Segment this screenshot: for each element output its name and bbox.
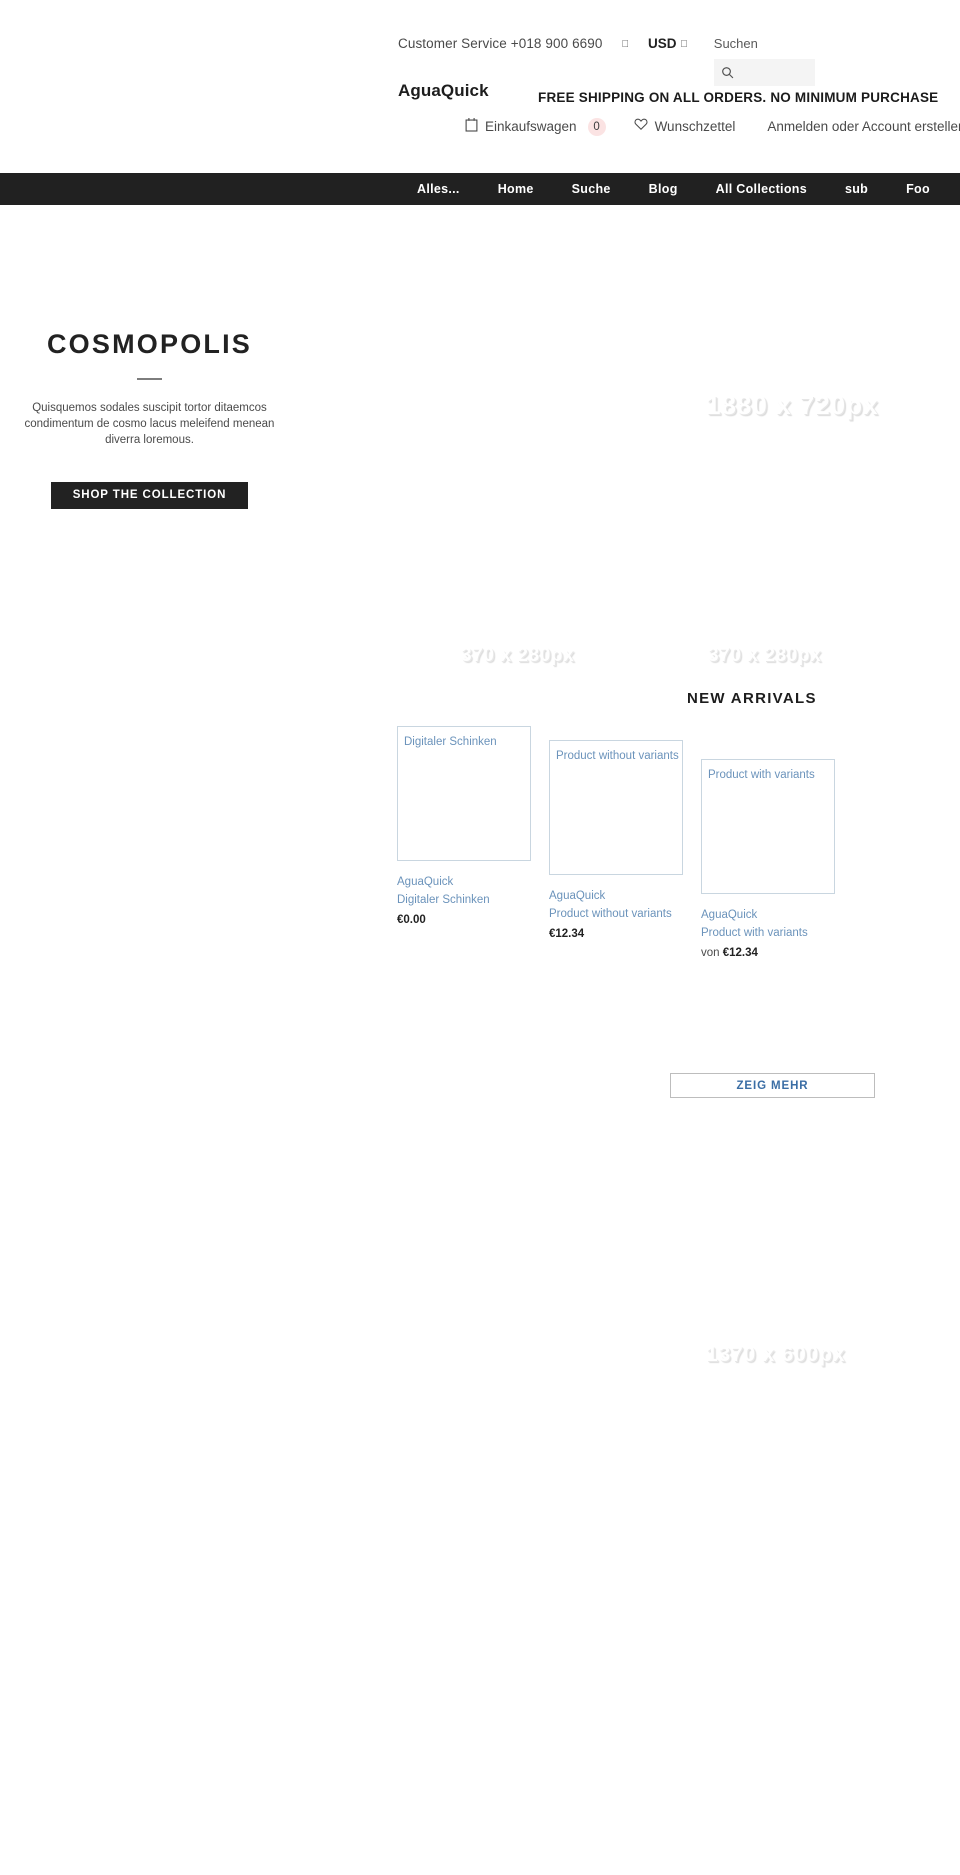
product-image[interactable]: Product without variants: [549, 740, 683, 875]
price-prefix: von: [701, 947, 723, 959]
product-vendor[interactable]: AguaQuick: [549, 887, 683, 905]
search-label: Suchen: [698, 36, 758, 51]
product-title[interactable]: Product without variants: [549, 905, 683, 923]
currency-selector[interactable]: USD : [648, 36, 688, 54]
top-utility-bar-inner: Customer Service +018 900 6690  USD  S…: [398, 36, 815, 86]
product-vendor[interactable]: AguaQuick: [397, 873, 531, 891]
product-info: AguaQuick Product with variants von €12.…: [701, 894, 835, 962]
cart-account-row: Einkaufswagen 0 Wunschzettel Anmelden od…: [465, 117, 960, 136]
price-value: €12.34: [549, 928, 585, 940]
language-selector[interactable]: : [622, 36, 630, 54]
search-box[interactable]: [713, 59, 815, 86]
product-info: AguaQuick Digitaler Schinken €0.00: [397, 861, 531, 929]
currency-value: USD: [640, 36, 677, 51]
product-price: von €12.34: [701, 944, 835, 962]
account-links[interactable]: Anmelden oder Account erstellen: [767, 119, 960, 135]
customer-service-phone: Customer Service +018 900 6690: [398, 36, 603, 51]
wishlist-link[interactable]: Wunschzettel: [634, 118, 736, 135]
shop-the-collection-button[interactable]: SHOP THE COLLECTION: [50, 482, 249, 509]
product-image-alt-text: Product with variants: [708, 769, 815, 781]
chevron-down-icon: : [622, 37, 630, 53]
main-navigation-bar: Alles... Home Suche Blog All Collections…: [0, 173, 960, 205]
promo-right-placeholder-text: 370 x 280px: [708, 645, 822, 666]
site-logo[interactable]: AguaQuick: [398, 81, 489, 101]
show-more-wrapper: ZEIG MEHR: [670, 1073, 875, 1098]
hero-title: COSMOPOLIS: [46, 329, 252, 359]
nav-item-sub[interactable]: sub: [826, 173, 887, 205]
product-image[interactable]: Product with variants: [701, 759, 835, 894]
top-utility-bar: Customer Service +018 900 6690  USD  S…: [0, 0, 960, 86]
product-image-alt-text: Product without variants: [556, 750, 679, 762]
hero-description: Quisquemos sodales suscipit tortor ditae…: [24, 402, 275, 446]
heart-icon: [634, 118, 648, 135]
price-value: €12.34: [722, 947, 758, 959]
hero-image-placeholder-text: 1880 x 720px: [706, 390, 879, 420]
storefront-page: Customer Service +018 900 6690  USD  S…: [0, 0, 960, 1875]
show-more-button[interactable]: ZEIG MEHR: [670, 1073, 875, 1098]
product-title[interactable]: Digitaler Schinken: [397, 891, 531, 909]
nav-item-home[interactable]: Home: [479, 173, 553, 205]
price-value: €0.00: [397, 914, 426, 926]
search-icon: [721, 66, 734, 79]
nav-item-foo[interactable]: Foo: [887, 173, 949, 205]
product-card[interactable]: Product with variants AguaQuick Product …: [701, 759, 835, 962]
promo-left-placeholder-text: 370 x 280px: [461, 645, 575, 666]
free-shipping-banner: FREE SHIPPING ON ALL ORDERS. NO MINIMUM …: [538, 90, 939, 105]
nav-item-alles[interactable]: Alles...: [398, 173, 479, 205]
product-card[interactable]: Digitaler Schinken AguaQuick Digitaler S…: [397, 726, 531, 929]
chevron-down-icon: : [680, 37, 688, 53]
nav-item-suche[interactable]: Suche: [553, 173, 630, 205]
search-area: Suchen: [698, 36, 815, 86]
cart-label: Einkaufswagen: [485, 118, 577, 134]
new-arrivals-heading: NEW ARRIVALS: [687, 690, 817, 707]
nav-item-blog[interactable]: Blog: [630, 173, 697, 205]
cart-count-badge: 0: [587, 117, 606, 136]
cart-link[interactable]: Einkaufswagen 0: [465, 117, 606, 136]
search-input[interactable]: [733, 64, 804, 81]
main-navigation-items: Alles... Home Suche Blog All Collections…: [398, 173, 960, 205]
bottom-banner-placeholder-text: 1370 x 600px: [706, 1343, 846, 1366]
product-price: €0.00: [397, 911, 531, 929]
hero-content: COSMOPOLIS Quisquemos sodales suscipit t…: [22, 328, 277, 509]
hero-divider: [137, 378, 162, 380]
product-image-alt-text: Digitaler Schinken: [404, 736, 497, 748]
product-title[interactable]: Product with variants: [701, 924, 835, 942]
product-info: AguaQuick Product without variants €12.3…: [549, 875, 683, 943]
wishlist-label: Wunschzettel: [654, 118, 736, 134]
shopping-bag-icon: [465, 117, 478, 136]
product-price: €12.34: [549, 925, 683, 943]
product-grid: Digitaler Schinken AguaQuick Digitaler S…: [397, 726, 835, 962]
product-vendor[interactable]: AguaQuick: [701, 906, 835, 924]
product-image[interactable]: Digitaler Schinken: [397, 726, 531, 861]
nav-item-bar[interactable]: Bar: [949, 173, 960, 205]
product-card[interactable]: Product without variants AguaQuick Produ…: [549, 740, 683, 943]
nav-item-all-collections[interactable]: All Collections: [697, 173, 826, 205]
